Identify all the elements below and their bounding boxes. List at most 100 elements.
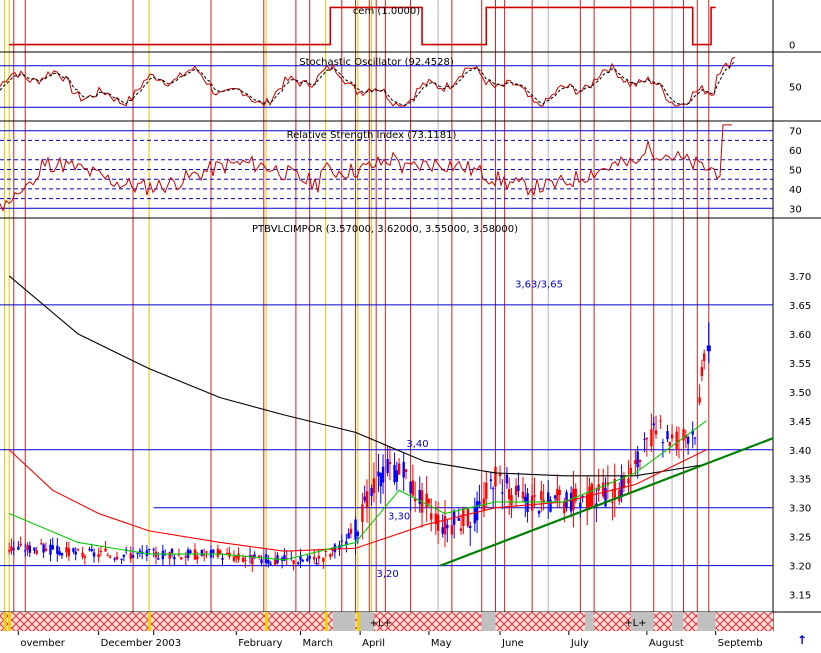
price-candle-body [170, 549, 174, 553]
price-candle-body [363, 496, 366, 501]
price-candle-body [180, 557, 183, 560]
price-candle-body [173, 557, 176, 560]
chart-svg[interactable]: cem (1.0000) 0 Stochastic Oscillator (92.4… [0, 0, 821, 649]
price-candle-body [457, 517, 460, 521]
price-tick-label: 3.65 [789, 301, 811, 312]
price-candle-body [26, 544, 29, 551]
price-candle-body [136, 553, 139, 555]
price-candle-body [569, 492, 573, 512]
price-candle-body [51, 545, 54, 550]
price-candle-body [65, 546, 68, 553]
x-axis-label: 2003 [156, 638, 181, 649]
price-annotation: 3,40 [406, 439, 428, 450]
price-candle-body [60, 552, 64, 556]
signal-strip-yellow-block [8, 612, 12, 631]
price-candle-body [526, 493, 529, 513]
x-axis-label: July [570, 638, 589, 649]
signal-strip-marker: +L+ [624, 618, 646, 629]
price-candle-body [478, 501, 481, 505]
signal-strip-yellow-block [3, 612, 7, 631]
price-candle-body [10, 546, 13, 552]
x-axis-label: Septemb [718, 638, 763, 649]
price-candle-body [221, 557, 224, 560]
price-candle-body [24, 550, 27, 552]
signal-strip-gray-block [584, 612, 595, 631]
price-tick-label: 3.45 [789, 417, 811, 428]
price-candle-body [56, 545, 59, 554]
price-candle-body [202, 554, 206, 556]
price-candle-body [370, 488, 373, 497]
rsi-tick-label: 70 [789, 127, 802, 138]
signal-strip-yellow-block [356, 612, 360, 631]
price-candle-body [540, 490, 543, 500]
price-candle-body [469, 526, 472, 528]
price-candle-body [17, 546, 20, 550]
price-candle-body [365, 491, 369, 508]
price-candle-body [450, 524, 454, 535]
cem-tick-label: 0 [789, 41, 795, 52]
signal-strip-yellow-block [265, 612, 269, 631]
price-tick-label: 3.30 [789, 504, 811, 515]
price-candle-body [611, 501, 614, 503]
price-candle-body [547, 492, 550, 503]
price-candle-body [501, 492, 504, 494]
price-candle-body [533, 495, 536, 497]
price-candle-body [521, 491, 525, 499]
price-candle-body [157, 558, 160, 560]
price-candle-body [74, 551, 77, 555]
price-candle-body [588, 486, 591, 508]
price-candle-body [35, 550, 38, 554]
price-candle-body [675, 431, 678, 450]
price-tick-label: 3.55 [789, 359, 811, 370]
price-candle-body [333, 544, 337, 553]
price-candle-body [379, 473, 382, 487]
price-candle-body [232, 556, 236, 561]
price-candle-body [322, 557, 325, 562]
price-candle-body [381, 466, 385, 483]
price-candle-body [340, 540, 343, 542]
price-tick-label: 3.40 [789, 446, 811, 457]
price-candle-body [524, 496, 527, 502]
price-candle-body [693, 437, 697, 439]
price-candle-body [650, 429, 653, 447]
price-candle-body [386, 459, 389, 473]
price-candle-body [81, 552, 84, 558]
price-title: PTBVLCIMPOR (3.57000, 3.62000, 3.55000, … [252, 224, 518, 235]
price-candle-body [436, 514, 440, 531]
price-candle-body [244, 559, 247, 561]
price-tick-label: 3.70 [789, 272, 811, 283]
price-candle-body [83, 556, 87, 558]
price-candle-body [349, 528, 353, 534]
price-candle-body [661, 442, 665, 444]
price-candle-body [216, 548, 220, 557]
price-candle-body [301, 560, 304, 562]
price-candle-body [19, 543, 22, 546]
price-candle-body [58, 551, 61, 556]
price-candle-body [196, 555, 199, 560]
price-candle-body [269, 563, 272, 565]
price-candle-body [634, 460, 637, 465]
price-annotation: 3,20 [377, 569, 399, 580]
price-candle-body [430, 513, 433, 520]
price-candle-body [409, 481, 412, 494]
price-candle-body [241, 557, 245, 562]
x-axis-label: May [431, 638, 452, 649]
price-candle-body [356, 531, 360, 536]
price-candle-body [698, 397, 701, 403]
price-candle-body [354, 519, 357, 540]
stochastic-title: Stochastic Oscillator (92.4528) [299, 57, 454, 68]
price-candle-body [441, 527, 444, 534]
price-candle-body [670, 434, 674, 439]
price-candle-body [473, 505, 477, 524]
price-candle-body [411, 480, 415, 496]
x-axis-label: February [238, 638, 282, 649]
scroll-arrow-icon[interactable]: ↑ [797, 633, 807, 647]
price-candle-body [702, 353, 706, 362]
chart-root: cem (1.0000) 0 Stochastic Oscillator (92.4… [0, 0, 821, 649]
rsi-tick-label: 60 [789, 146, 802, 157]
price-candle-body [129, 553, 132, 559]
price-candle-body [659, 420, 662, 422]
price-candle-body [393, 465, 396, 483]
price-candle-body [508, 489, 511, 500]
price-candle-body [237, 553, 240, 560]
